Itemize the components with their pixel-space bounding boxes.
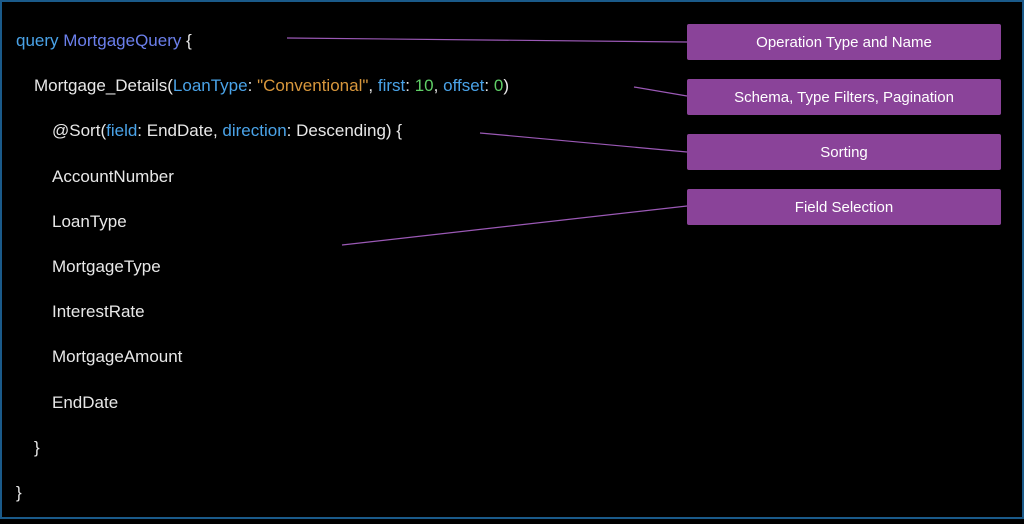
open-brace: { — [392, 121, 402, 140]
param-first-value: 10 — [415, 76, 434, 95]
param-loantype-value: "Conventional" — [257, 76, 368, 95]
operation-name: MortgageQuery — [63, 31, 181, 50]
line-sort: @Sort(field: EndDate, direction: Descend… — [16, 117, 509, 144]
field-interestrate: InterestRate — [16, 298, 509, 325]
field-accountnumber: AccountNumber — [16, 163, 509, 190]
param-loantype-name: LoanType — [173, 76, 248, 95]
close-brace-inner: } — [16, 434, 509, 461]
param-first-name: first — [378, 76, 405, 95]
keyword-query: query — [16, 31, 59, 50]
annotation-field-selection: Field Selection — [687, 189, 1001, 225]
annotation-operation: Operation Type and Name — [687, 24, 1001, 60]
param-offset-value: 0 — [494, 76, 503, 95]
annotation-schema: Schema, Type Filters, Pagination — [687, 79, 1001, 115]
annotation-sorting: Sorting — [687, 134, 1001, 170]
sort-field-name: field — [106, 121, 137, 140]
code-block: query MortgageQuery { Mortgage_Details(L… — [16, 27, 509, 524]
field-enddate: EndDate — [16, 389, 509, 416]
param-offset-name: offset — [443, 76, 484, 95]
annotation-panel: Operation Type and Name Schema, Type Fil… — [687, 24, 1001, 244]
line-schema: Mortgage_Details(LoanType: "Conventional… — [16, 72, 509, 99]
schema-name: Mortgage_Details — [34, 76, 167, 95]
field-loantype: LoanType — [16, 208, 509, 235]
sort-field-value: EndDate — [147, 121, 213, 140]
paren-close: ) — [503, 76, 509, 95]
field-mortgagetype: MortgageType — [16, 253, 509, 280]
line-operation: query MortgageQuery { — [16, 27, 509, 54]
open-brace: { — [181, 31, 191, 50]
close-brace-outer: } — [16, 479, 509, 506]
field-mortgageamount: MortgageAmount — [16, 343, 509, 370]
sort-direction-value: Descending — [296, 121, 386, 140]
sort-directive: @Sort — [52, 121, 100, 140]
sort-direction-name: direction — [222, 121, 286, 140]
